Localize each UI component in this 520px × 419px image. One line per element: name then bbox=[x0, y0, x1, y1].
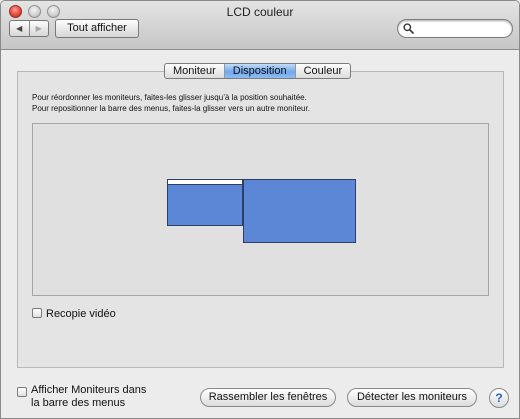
help-button[interactable]: ? bbox=[489, 388, 509, 408]
show-in-menubar-label: Afficher Moniteurs dans la barre des men… bbox=[31, 384, 146, 410]
tab-couleur[interactable]: Couleur bbox=[294, 64, 351, 78]
mirror-label: Recopie vidéo bbox=[46, 308, 116, 320]
show-in-menubar-checkbox[interactable] bbox=[17, 387, 27, 397]
show-in-menubar-row: Afficher Moniteurs dans la barre des men… bbox=[17, 384, 146, 410]
back-button[interactable]: ◀ bbox=[10, 21, 29, 36]
title-toolbar: LCD couleur ◀ ▶ Tout afficher bbox=[1, 1, 519, 50]
mirror-row: Recopie vidéo bbox=[32, 308, 116, 321]
forward-triangle-icon: ▶ bbox=[35, 24, 42, 33]
instruction-line-1: Pour réordonner les moniteurs, faites-le… bbox=[32, 93, 307, 102]
tab-moniteur[interactable]: Moniteur bbox=[165, 64, 224, 78]
back-forward-control: ◀ ▶ bbox=[9, 20, 49, 37]
detect-displays-button[interactable]: Détecter les moniteurs bbox=[347, 388, 477, 407]
forward-button[interactable]: ▶ bbox=[28, 21, 49, 36]
show-all-button[interactable]: Tout afficher bbox=[55, 19, 139, 38]
mirror-checkbox[interactable] bbox=[32, 308, 42, 318]
monitor-arrangement-area bbox=[32, 123, 489, 296]
show-in-menubar-label-line2: la barre des menus bbox=[31, 397, 126, 409]
instruction-line-2: Pour repositionner la barre des menus, f… bbox=[32, 104, 310, 113]
arrangement-instructions: Pour réordonner les moniteurs, faites-le… bbox=[32, 92, 310, 114]
show-in-menubar-label-line1: Afficher Moniteurs dans bbox=[31, 384, 147, 396]
search-field[interactable] bbox=[397, 19, 513, 38]
back-triangle-icon: ◀ bbox=[16, 24, 23, 33]
preferences-window: LCD couleur ◀ ▶ Tout afficher Moniteur D… bbox=[0, 0, 520, 419]
tab-bar: Moniteur Disposition Couleur bbox=[164, 63, 352, 79]
primary-monitor[interactable] bbox=[243, 179, 356, 243]
magnifier-icon bbox=[403, 23, 414, 34]
menu-bar-indicator[interactable] bbox=[168, 180, 242, 185]
gather-windows-button[interactable]: Rassembler les fenêtres bbox=[200, 388, 336, 407]
secondary-monitor[interactable] bbox=[167, 179, 243, 226]
tab-disposition[interactable]: Disposition bbox=[223, 64, 295, 78]
window-title: LCD couleur bbox=[226, 5, 294, 19]
